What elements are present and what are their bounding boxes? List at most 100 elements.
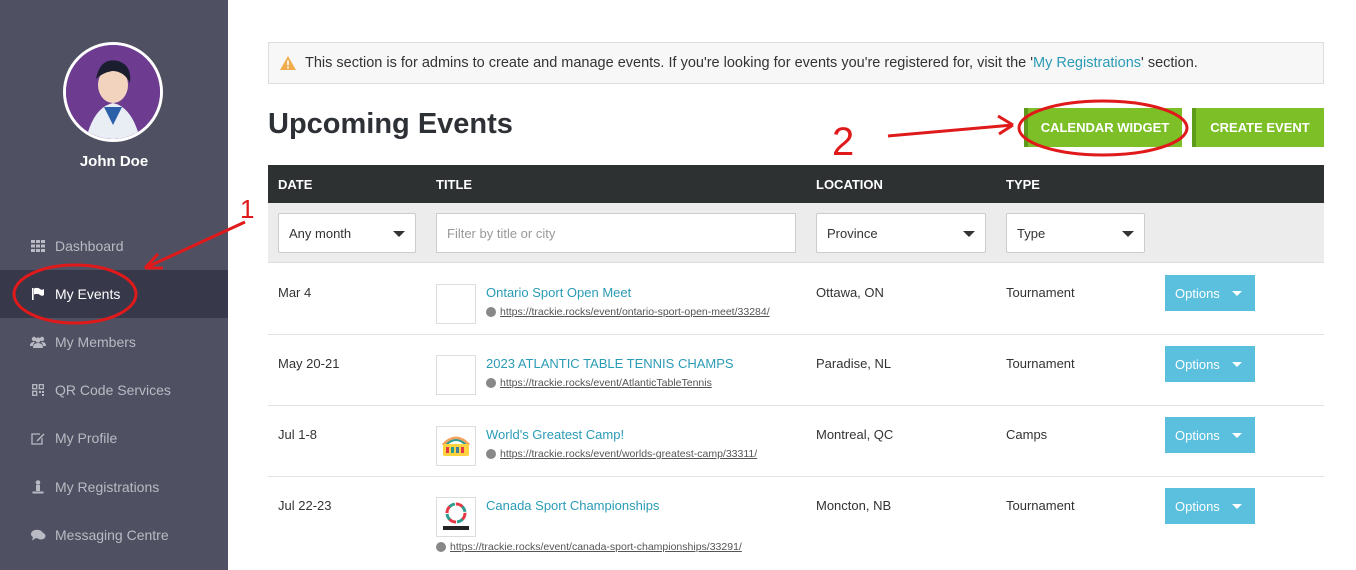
chevron-down-icon: [1232, 291, 1242, 296]
table-header: DATE TITLE LOCATION TYPE: [268, 165, 1324, 203]
event-date: Jul 22-23: [278, 498, 332, 513]
annotation-arrow-2: [887, 123, 1014, 138]
avatar-image: [66, 45, 160, 139]
month-select-value: Any month: [289, 225, 352, 241]
alert-text: This section is for admins to create and…: [305, 55, 1198, 71]
table-row: Mar 4 Ontario Sport Open Meet https://tr…: [268, 264, 1324, 335]
event-thumbnail: [436, 355, 476, 395]
event-location: Ottawa, ON: [816, 285, 884, 300]
type-select-value: Type: [1017, 225, 1046, 241]
event-location: Moncton, NB: [816, 498, 892, 513]
admin-info-alert: This section is for admins to create and…: [268, 42, 1324, 84]
event-thumbnail: [436, 284, 476, 324]
sidebar-item-qr-code-services[interactable]: QR Code Services: [0, 366, 228, 414]
event-date: Mar 4: [278, 285, 312, 300]
event-title-link[interactable]: World's Greatest Camp!: [486, 427, 624, 442]
my-registrations-link[interactable]: My Registrations: [1033, 55, 1141, 71]
chat-icon: [30, 528, 46, 542]
title-filter-placeholder: Filter by title or city: [447, 225, 556, 241]
sidebar-item-label: Messaging Centre: [55, 527, 169, 543]
edit-icon: [30, 431, 46, 445]
flag-icon: [30, 287, 46, 301]
event-url-text: https://trackie.rocks/event/AtlanticTabl…: [500, 377, 712, 389]
sidebar-item-label: My Profile: [55, 430, 118, 446]
grid-icon: [30, 239, 46, 253]
column-header-type[interactable]: TYPE: [1006, 177, 1040, 192]
event-title-link[interactable]: Canada Sport Championships: [486, 498, 659, 513]
filter-row: Any month Filter by title or city Provin…: [268, 203, 1324, 263]
column-header-date[interactable]: DATE: [278, 177, 312, 192]
options-button[interactable]: Options: [1165, 488, 1255, 524]
options-label: Options: [1175, 285, 1220, 301]
chevron-down-icon: [1232, 504, 1242, 509]
event-location: Paradise, NL: [816, 356, 892, 371]
alert-text-after: ' section.: [1141, 55, 1198, 71]
sidebar: John Doe Dashboard My Events My Members …: [0, 0, 228, 570]
globe-icon: [486, 449, 496, 459]
event-location: Montreal, QC: [816, 427, 894, 442]
options-label: Options: [1175, 427, 1220, 443]
event-url-text: https://trackie.rocks/event/canada-sport…: [450, 541, 742, 553]
globe-icon: [486, 378, 496, 388]
event-url[interactable]: https://trackie.rocks/event/worlds-great…: [486, 448, 757, 460]
sidebar-item-my-profile[interactable]: My Profile: [0, 414, 228, 462]
event-title-link[interactable]: Ontario Sport Open Meet: [486, 285, 631, 300]
qr-icon: [30, 383, 46, 397]
chevron-down-icon: [1232, 433, 1242, 438]
user-name: John Doe: [79, 153, 149, 170]
options-button[interactable]: Options: [1165, 417, 1255, 453]
options-button[interactable]: Options: [1165, 346, 1255, 382]
users-icon: [30, 335, 46, 349]
chevron-down-icon: [393, 231, 405, 237]
sidebar-item-label: Dashboard: [55, 238, 124, 254]
kids-camp-logo: [441, 436, 471, 456]
avatar[interactable]: [63, 42, 163, 142]
chevron-down-icon: [1232, 362, 1242, 367]
options-button[interactable]: Options: [1165, 275, 1255, 311]
month-select[interactable]: Any month: [278, 213, 416, 253]
globe-icon: [486, 307, 496, 317]
event-url[interactable]: https://trackie.rocks/event/canada-sport…: [436, 541, 742, 553]
warning-icon: [280, 56, 296, 70]
province-select-value: Province: [827, 225, 878, 241]
chevron-down-icon: [1122, 231, 1134, 237]
event-url[interactable]: https://trackie.rocks/event/AtlanticTabl…: [486, 377, 712, 389]
type-select[interactable]: Type: [1006, 213, 1145, 253]
sidebar-item-label: My Events: [55, 286, 121, 302]
sidebar-item-my-events[interactable]: My Events: [0, 270, 228, 318]
options-label: Options: [1175, 356, 1220, 372]
event-type: Tournament: [1006, 498, 1075, 513]
sidebar-item-my-registrations[interactable]: My Registrations: [0, 463, 228, 511]
column-header-location[interactable]: LOCATION: [816, 177, 883, 192]
event-url[interactable]: https://trackie.rocks/event/ontario-spor…: [486, 306, 770, 318]
create-event-button[interactable]: CREATE EVENT: [1192, 108, 1324, 147]
calendar-widget-button[interactable]: CALENDAR WIDGET: [1024, 108, 1182, 147]
table-row: Jul 22-23 Canada Sport Championships htt…: [268, 477, 1324, 570]
options-label: Options: [1175, 498, 1220, 514]
chevron-down-icon: [963, 231, 975, 237]
event-type: Tournament: [1006, 285, 1075, 300]
annotation-step-2: 2: [832, 120, 854, 164]
event-url-text: https://trackie.rocks/event/worlds-great…: [500, 448, 758, 460]
table-row: May 20-21 2023 ATLANTIC TABLE TENNIS CHA…: [268, 335, 1324, 406]
arrowhead-icon: [997, 114, 1014, 136]
table-row: Jul 1-8 World's Greatest Camp! https://t…: [268, 406, 1324, 477]
column-header-title[interactable]: TITLE: [436, 177, 472, 192]
event-date: Jul 1-8: [278, 427, 318, 442]
event-thumbnail: [436, 426, 476, 466]
sidebar-item-dashboard[interactable]: Dashboard: [0, 222, 228, 270]
event-title-link[interactable]: 2023 ATLANTIC TABLE TENNIS CHAMPS: [486, 356, 734, 371]
page-title: Upcoming Events: [268, 108, 513, 140]
event-url-text: https://trackie.rocks/event/ontario-spor…: [500, 306, 770, 318]
event-date: May 20-21: [278, 356, 340, 371]
sidebar-item-my-members[interactable]: My Members: [0, 318, 228, 366]
canada-games-logo: [443, 502, 469, 530]
title-city-filter-input[interactable]: Filter by title or city: [436, 213, 796, 253]
globe-icon: [436, 542, 446, 552]
annotation-step-1: 1: [240, 194, 254, 224]
sidebar-item-messaging-centre[interactable]: Messaging Centre: [0, 511, 228, 559]
sidebar-item-label: QR Code Services: [55, 382, 171, 398]
event-type: Camps: [1006, 427, 1048, 442]
event-type: Tournament: [1006, 356, 1075, 371]
province-select[interactable]: Province: [816, 213, 986, 253]
